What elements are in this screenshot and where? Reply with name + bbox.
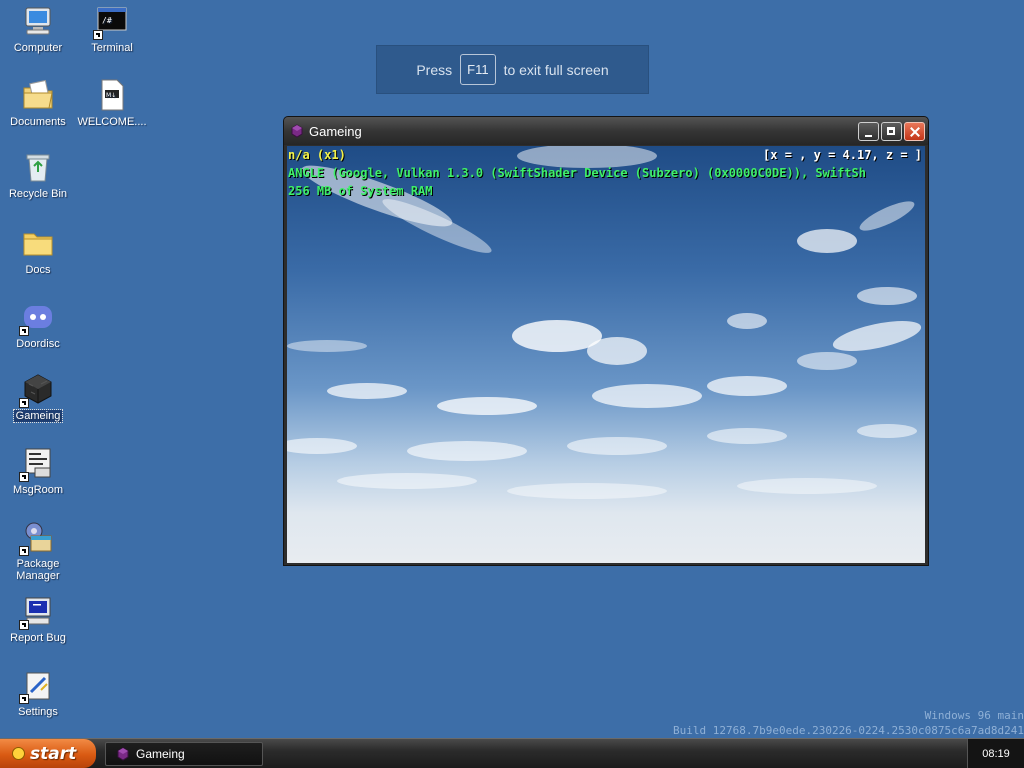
markdown-file-icon: M↓ [95,78,129,112]
desktop-icon-doordisc[interactable]: Doordisc [1,300,75,350]
shortcut-arrow-icon [19,694,29,704]
package-manager-icon [19,520,55,556]
game-viewport[interactable]: n/a (x1) ANGLE (Google, Vulkan 1.3.0 (Sw… [287,146,925,563]
desktop-icon-docs[interactable]: Docs [1,226,75,276]
start-button[interactable]: start [0,739,96,768]
msgroom-icon [19,446,55,482]
taskbar-item-label: Gameing [136,747,185,761]
maximize-button[interactable] [881,122,902,141]
hud-fps-line: n/a (x1) [288,148,346,162]
recycle-bin-icon [21,150,55,184]
start-label: start [30,743,77,764]
f11-key-badge: F11 [460,54,496,85]
system-tray-clock[interactable]: 08:19 [967,739,1024,768]
fullscreen-hint-prefix: Press [416,61,453,78]
computer-icon [21,4,55,38]
taskbar: start Gameing 08:19 [0,738,1024,768]
clock-time: 08:19 [982,747,1010,760]
fullscreen-hint: Press F11 to exit full screen [376,45,649,94]
taskbar-item-gameing[interactable]: Gameing [105,742,263,766]
sky-clouds [287,146,922,499]
desktop-icon-computer[interactable]: Computer [1,4,75,54]
window-title: Gameing [309,124,362,139]
shortcut-arrow-icon [19,398,29,408]
desktop-icon-gameing[interactable]: Gameing [1,372,75,423]
report-bug-icon [19,594,55,630]
hud-renderer-line: ANGLE (Google, Vulkan 1.3.0 (SwiftShader… [288,166,866,180]
svg-text:M↓: M↓ [106,92,116,99]
shortcut-arrow-icon [19,546,29,556]
hud-coordinates: [x = , y = 4.17, z = ] [763,148,922,162]
desktop-icon-terminal[interactable]: /# Terminal [75,4,149,54]
documents-icon [21,78,55,112]
desktop-icon-package-manager[interactable]: Package Manager [1,520,75,582]
gameing-cube-icon [19,372,55,408]
doordisc-icon [19,300,55,336]
gameing-cube-icon [291,124,303,138]
close-button[interactable] [904,122,925,141]
terminal-icon: /# [93,4,129,40]
shortcut-arrow-icon [19,620,29,630]
desktop-icon-documents[interactable]: Documents [1,78,75,128]
desktop-icon-msgroom[interactable]: MsgRoom [1,446,75,496]
gameing-cube-icon [117,747,129,761]
desktop-icon-recycle-bin[interactable]: Recycle Bin [1,150,75,200]
shortcut-arrow-icon [19,326,29,336]
shortcut-arrow-icon [19,472,29,482]
desktop-icon-report-bug[interactable]: Report Bug [1,594,75,644]
settings-icon [19,668,55,704]
fullscreen-hint-suffix: to exit full screen [503,61,609,78]
minimize-button[interactable] [858,122,879,141]
hud-memory-line: 256 MB of System RAM [288,184,433,198]
svg-text:/#: /# [102,16,112,25]
desktop-icon-settings[interactable]: Settings [1,668,75,718]
shortcut-arrow-icon [93,30,103,40]
smiley-icon [12,747,25,760]
gameing-window: Gameing n/a (x1) ANGLE (Google, Vulkan 1… [283,116,929,566]
desktop-icon-welcome-file[interactable]: M↓ WELCOME.... [75,78,149,128]
window-titlebar[interactable]: Gameing [284,117,928,145]
version-build: Build 12768.7b9e0ede.230226-0224.2530c08… [673,724,1024,737]
folder-icon [21,226,55,260]
version-name: Windows 96 main [924,709,1024,722]
